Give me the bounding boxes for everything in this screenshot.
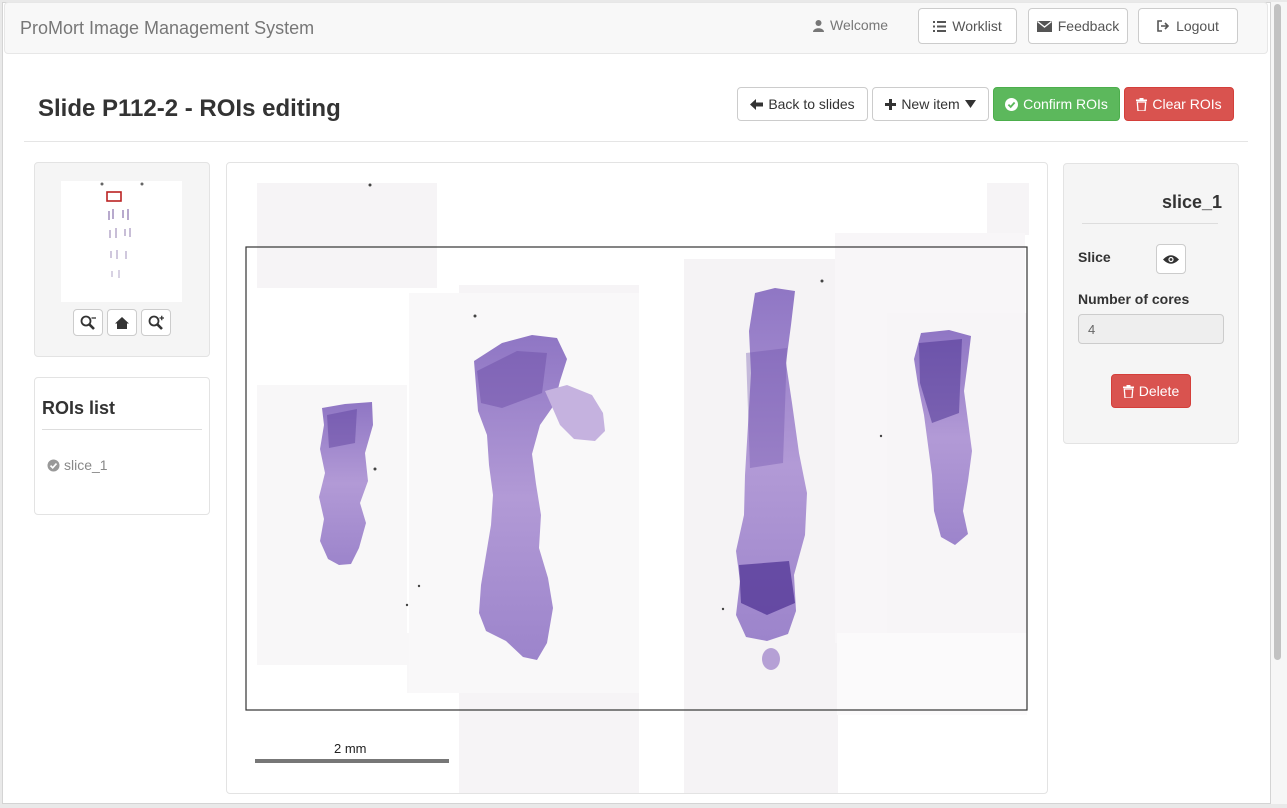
feedback-button[interactable]: Feedback [1028, 8, 1128, 44]
roi-details-title: slice_1 [1162, 192, 1223, 212]
brand[interactable]: ProMort Image Management System [20, 18, 314, 39]
arrow-left-icon [750, 98, 764, 110]
confirm-rois-button[interactable]: Confirm ROIs [993, 87, 1120, 121]
new-item-label: New item [901, 96, 960, 112]
welcome-label: Welcome [812, 17, 888, 33]
scrollbar-thumb[interactable] [1274, 4, 1281, 660]
check-circle-icon [1005, 97, 1019, 111]
logout-icon [1157, 20, 1170, 32]
page-title: Slide P112-2 - ROIs editing [38, 95, 341, 122]
toggle-visibility-button[interactable] [1156, 244, 1186, 274]
new-item-button[interactable]: New item [872, 87, 989, 121]
home-icon [115, 316, 129, 329]
page-scrollbar[interactable] [1271, 2, 1287, 804]
thumbnail-image [61, 181, 182, 302]
caret-down-icon [964, 100, 976, 108]
slide-image [245, 183, 1029, 793]
rois-list-title: ROIs list [42, 398, 116, 418]
zoom-out-icon [80, 315, 96, 330]
roi-label: slice_1 [64, 457, 108, 473]
confirm-rois-label: Confirm ROIs [1023, 96, 1108, 112]
header-divider [24, 141, 1248, 142]
plus-icon [885, 98, 897, 110]
clear-rois-button[interactable]: Clear ROIs [1124, 87, 1234, 121]
user-icon [813, 19, 824, 32]
delete-button[interactable]: Delete [1111, 374, 1191, 408]
home-button[interactable] [107, 309, 137, 336]
envelope-icon [1036, 20, 1052, 32]
list-icon [933, 20, 947, 32]
back-to-slides-button[interactable]: Back to slides [737, 87, 868, 121]
check-circle-icon [47, 459, 60, 471]
slide-navigator-thumbnail[interactable] [61, 181, 182, 302]
clear-rois-label: Clear ROIs [1152, 96, 1222, 112]
number-of-cores-field[interactable]: 4 [1078, 314, 1224, 344]
roi-list-item[interactable]: slice_1 [47, 457, 108, 473]
logout-label: Logout [1176, 18, 1219, 34]
zoom-in-icon [148, 315, 164, 330]
scale-bar-label: 2 mm [334, 741, 367, 756]
back-to-slides-label: Back to slides [768, 96, 855, 112]
welcome-text: Welcome [830, 17, 889, 33]
slide-viewer[interactable] [226, 162, 1048, 794]
delete-label: Delete [1138, 383, 1180, 399]
trash-icon [1136, 97, 1148, 111]
eye-icon [1163, 254, 1179, 264]
worklist-label: Worklist [952, 18, 1002, 34]
trash-icon [1122, 384, 1134, 398]
rois-list-divider [42, 429, 202, 430]
worklist-button[interactable]: Worklist [918, 8, 1017, 44]
zoom-in-button[interactable] [141, 309, 171, 336]
cores-label: Number of cores [1078, 291, 1190, 307]
feedback-label: Feedback [1057, 18, 1120, 34]
roi-details-divider [1082, 223, 1218, 224]
scale-bar [255, 759, 449, 763]
logout-button[interactable]: Logout [1138, 8, 1238, 44]
zoom-out-button[interactable] [73, 309, 103, 336]
slice-label: Slice [1078, 249, 1111, 265]
